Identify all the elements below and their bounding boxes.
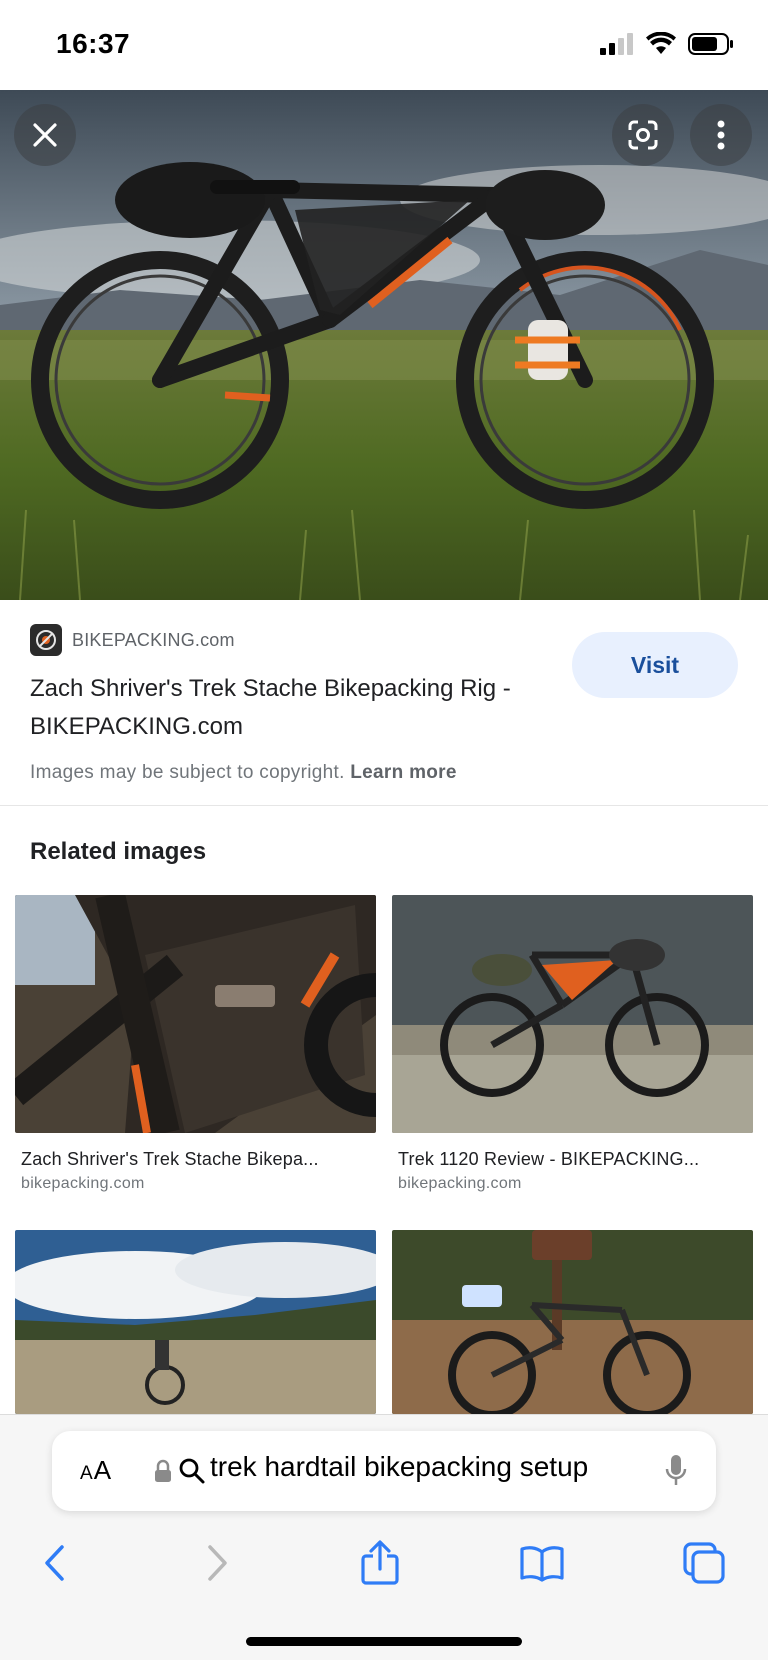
- related-image-3[interactable]: [15, 1230, 376, 1414]
- bike-photo: [0, 90, 768, 600]
- related-image-1-title[interactable]: Zach Shriver's Trek Stache Bikepa...: [21, 1149, 373, 1170]
- status-bar: 16:37: [0, 0, 768, 90]
- hero-image[interactable]: [0, 90, 768, 600]
- learn-more-link[interactable]: Learn more: [350, 762, 456, 783]
- related-image-3-photo: [15, 1230, 376, 1414]
- back-button[interactable]: [24, 1533, 84, 1593]
- visit-button[interactable]: Visit: [572, 632, 738, 698]
- source-site[interactable]: BIKEPACKING.com: [30, 624, 235, 656]
- microphone-icon[interactable]: [664, 1453, 688, 1489]
- google-lens-icon: [628, 120, 658, 150]
- address-text[interactable]: trek hardtail bikepacking setup: [210, 1451, 640, 1483]
- copyright-text: Images may be subject to copyright.: [30, 762, 345, 783]
- related-image-2-photo: [392, 895, 753, 1133]
- cellular-signal-icon: [600, 33, 633, 55]
- result-title[interactable]: Zach Shriver's Trek Stache Bikepacking R…: [30, 670, 540, 746]
- more-options-button[interactable]: [690, 104, 752, 166]
- forward-button[interactable]: [188, 1533, 248, 1593]
- site-favicon-icon: [30, 624, 62, 656]
- wifi-icon: [646, 32, 676, 54]
- home-indicator: [246, 1637, 522, 1646]
- section-divider: [0, 805, 768, 806]
- bookmarks-icon: [520, 1546, 564, 1582]
- status-icons: [600, 32, 734, 56]
- lock-icon: [155, 1459, 171, 1482]
- search-icon: [179, 1458, 205, 1484]
- tabs-button[interactable]: [674, 1533, 734, 1593]
- related-image-1-domain: bikepacking.com: [21, 1175, 145, 1192]
- related-image-4-photo: [392, 1230, 753, 1414]
- related-image-2[interactable]: [392, 895, 753, 1133]
- bookmarks-button[interactable]: [512, 1533, 572, 1593]
- text-size-button[interactable]: AA: [80, 1455, 112, 1486]
- more-vert-icon: [717, 120, 725, 150]
- related-image-1-photo: [15, 895, 376, 1133]
- address-bar[interactable]: AA trek hardtail bikepacking setup: [52, 1431, 716, 1511]
- tabs-icon: [683, 1542, 725, 1584]
- related-image-2-domain: bikepacking.com: [398, 1175, 522, 1192]
- close-button[interactable]: [14, 104, 76, 166]
- chevron-left-icon: [45, 1545, 64, 1581]
- bikepacking-logo-icon: [36, 630, 56, 650]
- related-image-1[interactable]: [15, 895, 376, 1133]
- source-domain: BIKEPACKING.com: [72, 629, 235, 650]
- browser-toolbar: AA trek hardtail bikepacking setup: [0, 1414, 768, 1660]
- chevron-right-icon: [208, 1545, 227, 1581]
- close-icon: [33, 123, 57, 147]
- copyright-notice: Images may be subject to copyright. Lear…: [30, 762, 457, 784]
- status-time: 16:37: [56, 28, 131, 59]
- share-button[interactable]: [350, 1533, 410, 1593]
- share-icon: [361, 1540, 399, 1585]
- battery-icon: [688, 33, 733, 55]
- related-image-4[interactable]: [392, 1230, 753, 1414]
- google-lens-button[interactable]: [612, 104, 674, 166]
- related-images-heading: Related images: [30, 838, 207, 865]
- related-image-2-title[interactable]: Trek 1120 Review - BIKEPACKING...: [398, 1149, 750, 1170]
